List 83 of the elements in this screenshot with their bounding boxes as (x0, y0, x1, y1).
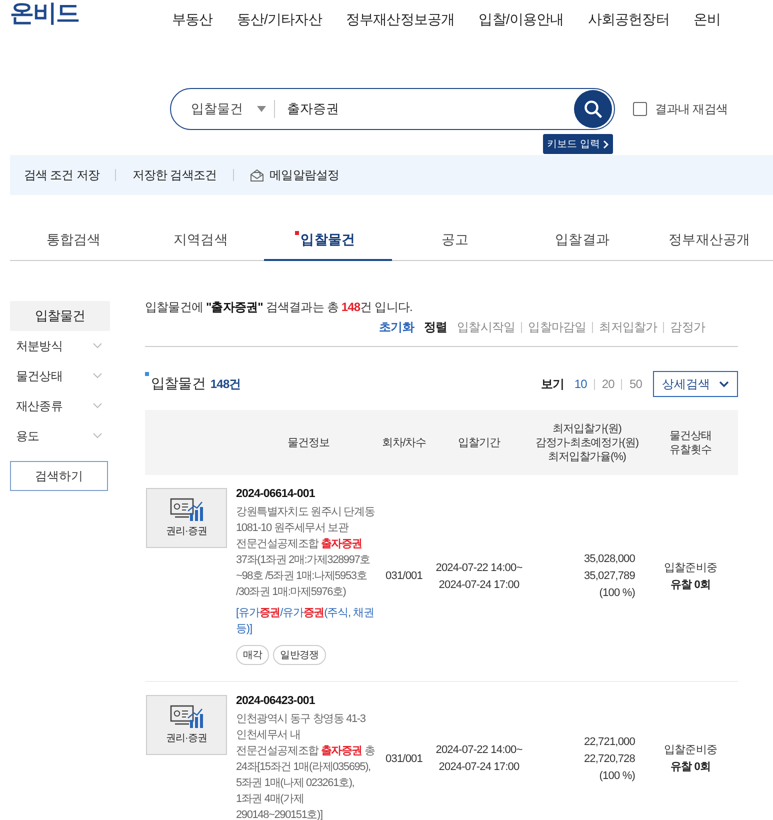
sort-option[interactable]: 입찰마감일 (528, 318, 586, 336)
tab[interactable]: 입찰물건 (264, 225, 392, 261)
category-thumbnail[interactable]: 권리·증권 (146, 488, 227, 548)
column-header: 물건정보 (286, 436, 330, 450)
nav-link[interactable]: 정부재산정보공개 (346, 11, 455, 29)
period-end: 2024-07-24 17:00 (438, 760, 520, 775)
category-dropdown[interactable]: 입찰물건 (171, 100, 266, 118)
chevron-down-icon (93, 403, 102, 409)
toolbar-link[interactable]: 저장한 검색조건 (132, 166, 217, 184)
search-submit-button[interactable]: 검색하기 (10, 461, 108, 491)
price-rate: (100 %) (598, 768, 635, 784)
chevron-down-icon (93, 343, 102, 349)
site-logo[interactable]: 온비드 (10, 0, 160, 28)
page-size-option[interactable]: 10 (574, 377, 587, 391)
period-start: 2024-07-22 14:00~ (434, 743, 524, 758)
nav-link[interactable]: 부동산 (172, 11, 213, 29)
tab[interactable]: 입찰결과 (518, 225, 646, 260)
tab[interactable]: 통합검색 (10, 225, 138, 260)
nav-link[interactable]: 온비 (693, 11, 721, 29)
column-header: 회차/차수 (381, 436, 427, 450)
chevron-down-icon (93, 433, 102, 439)
filter-item[interactable]: 재산종류 (10, 391, 110, 421)
tag: 일반경쟁 (273, 645, 326, 665)
item-description: 인천광역시 동구 창영동 41-3 인천세무서 내 전문건설공제조합 출자증권 총 24좌[15좌건 1매(라제035695), 5좌권 1매(나제 023261호), 1좌권 4매(가제 290148~290151호)] (236, 712, 376, 820)
appraisal-price: 22,720,728 (582, 752, 635, 766)
sort-option[interactable]: 감정가 (670, 318, 705, 336)
search-field[interactable]: 입찰물건 출자증권 (170, 88, 615, 130)
filter-item[interactable]: 물건상태 (10, 361, 110, 391)
page-size-option[interactable]: 20 (602, 377, 614, 391)
certificate-chart-icon (170, 705, 204, 729)
tag: 매각 (236, 645, 270, 665)
detail-search-button[interactable]: 상세검색 (653, 371, 738, 397)
sort-option[interactable]: 입찰시작일 (457, 318, 516, 336)
period-end: 2024-07-24 17:00 (438, 578, 520, 592)
category-thumbnail[interactable]: 권리·증권 (146, 695, 227, 755)
toolbar-link[interactable]: 검색 조건 저장 (24, 166, 100, 184)
item-description: 강원특별자치도 원주시 단계동 1081-10 원주세무서 보관 전문건설공제조합 출자증권 37좌(1좌권 2매:가제328997호~98호 /5좌권 1매:나제5953호 /30좌권 1매:마제5976호) (236, 505, 376, 600)
period-start: 2024-07-22 14:00~ (434, 560, 524, 576)
sidebar-title: 입찰물건 (10, 301, 110, 331)
item-number[interactable]: 2024-06423-001 (236, 695, 381, 707)
dropdown-caret-icon (257, 106, 266, 112)
column-header: 입찰기간 (457, 436, 502, 450)
column-header: 최저입찰가(원) 감정가-최초예정가(원) 최저입찰가율(%) (534, 422, 640, 464)
nav-link[interactable]: 입찰/이용안내 (478, 11, 564, 29)
list-title: 입찰물건 (151, 375, 206, 393)
chevron-right-icon (602, 140, 609, 148)
page-size-option[interactable]: 50 (629, 377, 642, 391)
fail-count: 유찰 0회 (669, 578, 712, 592)
chevron-down-icon (93, 373, 102, 379)
certificate-chart-icon (170, 498, 204, 522)
filter-item[interactable]: 용도 (10, 421, 110, 451)
reset-link[interactable]: 초기화 (379, 318, 414, 336)
nav-link[interactable]: 동산/기타자산 (236, 11, 322, 29)
item-status: 입찰준비중 (662, 560, 718, 576)
round-cell-text: 031/001 (384, 752, 424, 766)
item-number[interactable]: 2024-06614-001 (236, 488, 381, 500)
research-checkbox[interactable] (633, 102, 647, 116)
min-price: 22,721,000 (582, 734, 635, 750)
nav-link[interactable]: 사회공헌장터 (588, 11, 670, 29)
chevron-down-icon (719, 380, 729, 388)
toolbar-link[interactable]: 메일알람설정 (250, 166, 340, 184)
tab[interactable]: 정부재산공개 (646, 225, 773, 260)
result-count: 148건 (210, 376, 241, 393)
envelope-icon (250, 168, 264, 182)
item-status: 입찰준비중 (662, 743, 718, 758)
search-button[interactable] (574, 90, 612, 128)
price-rate: (100 %) (598, 586, 635, 601)
tab[interactable]: 지역검색 (137, 225, 264, 260)
sort-label: 정렬 (424, 318, 448, 336)
result-summary: 입찰물건에 "출자증권" 검색결과는 총 148건 입니다. (145, 299, 414, 316)
fail-count: 유찰 0회 (669, 760, 712, 775)
tab[interactable]: 공고 (392, 225, 519, 260)
category-link[interactable]: [유가증권/유가증권(주식, 채권 등)] (236, 605, 381, 637)
min-price: 35,028,000 (582, 552, 635, 567)
filter-item[interactable]: 처분방식 (10, 331, 110, 361)
keyboard-input-button[interactable]: 키보드 입력 (543, 134, 613, 154)
column-header: 물건상태 유찰횟수 (668, 428, 712, 456)
appraisal-price: 35,027,789 (582, 569, 635, 584)
sort-option[interactable]: 최저입찰가 (599, 318, 658, 336)
search-icon (584, 100, 602, 118)
checkbox-label: 결과내 재검색 (655, 100, 728, 118)
round-cell-text: 031/001 (384, 569, 424, 584)
view-label: 보기 (541, 376, 564, 392)
